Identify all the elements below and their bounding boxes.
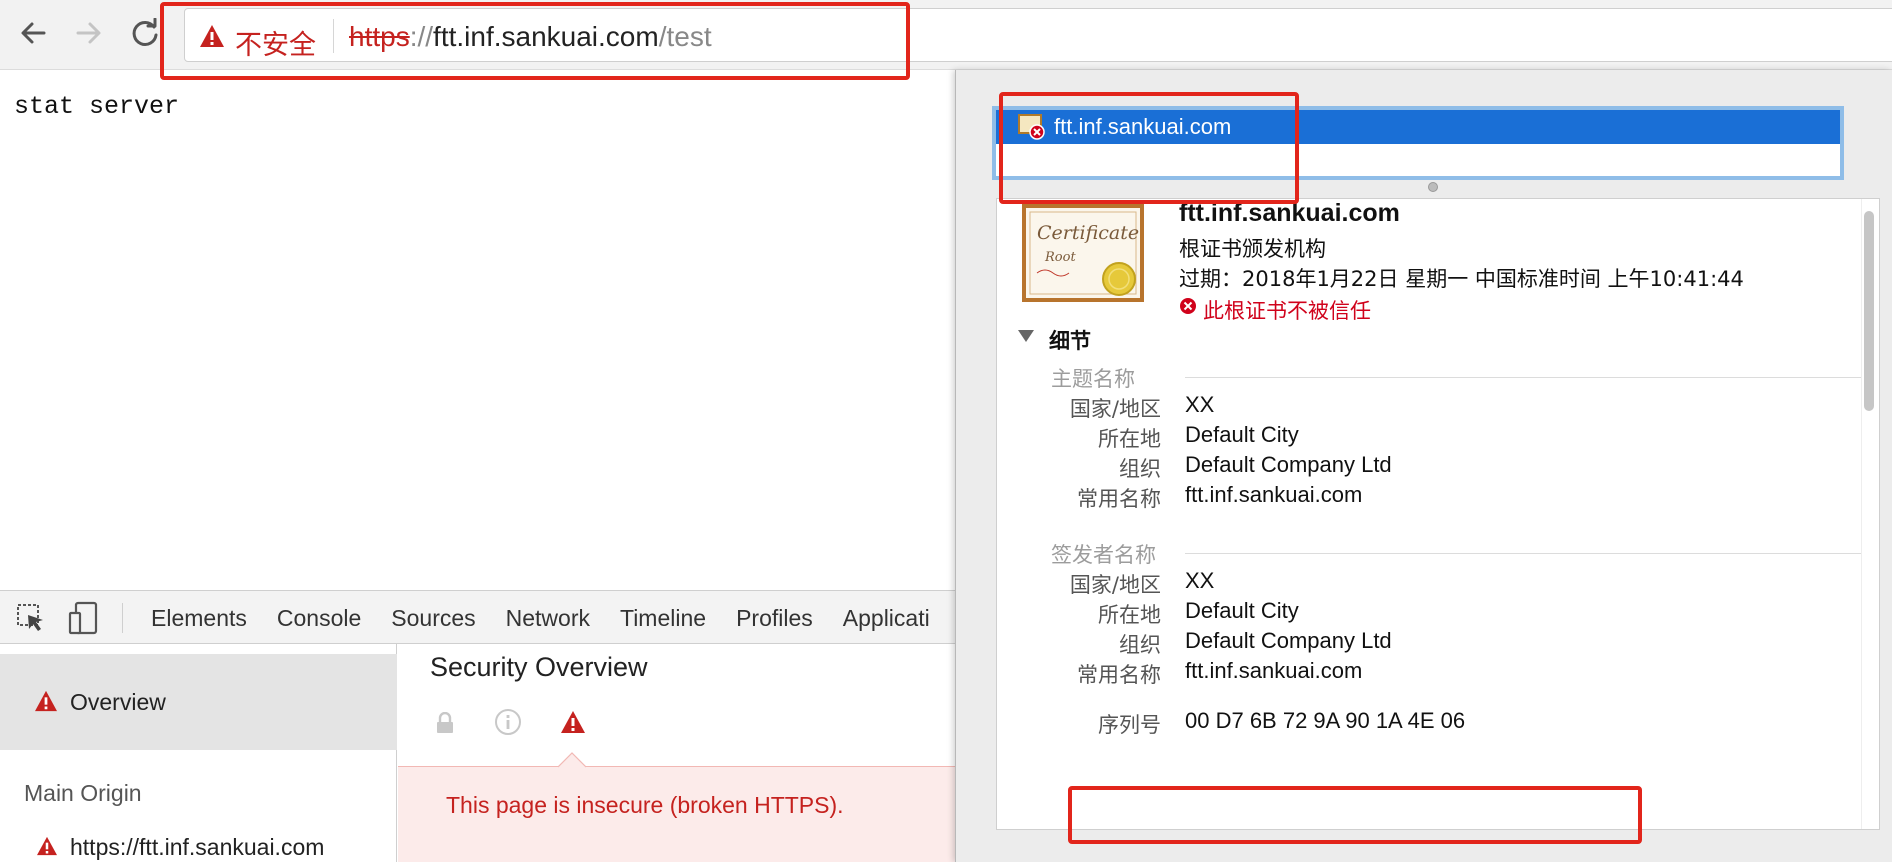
warning-triangle-icon [37, 836, 57, 856]
tab-timeline[interactable]: Timeline [605, 591, 721, 645]
svg-text:Root: Root [1044, 250, 1076, 265]
field-label: 常用名称 [1077, 663, 1161, 687]
certificate-list-item[interactable]: ftt.inf.sankuai.com [996, 110, 1840, 144]
certificate-icon: Certificate Root [1022, 204, 1144, 302]
url-separator: :// [409, 21, 434, 52]
devtools-tab-bar: Elements Console Sources Network Timelin… [0, 590, 955, 644]
back-arrow-icon [21, 22, 46, 44]
security-status-label[interactable]: 不安全 [235, 23, 316, 62]
sidebar-item-label: Overview [70, 689, 166, 715]
subject-divider [1185, 377, 1861, 378]
info-icon [495, 709, 521, 735]
certificate-name: ftt.inf.sankuai.com [1179, 199, 1400, 227]
warning-triangle-icon [561, 711, 585, 733]
forward-button[interactable] [72, 16, 106, 50]
tab-profiles[interactable]: Profiles [721, 591, 828, 645]
scrollbar[interactable] [1861, 199, 1879, 829]
tab-console[interactable]: Console [262, 591, 376, 645]
issuer-heading: 签发者名称 [1051, 543, 1156, 567]
sidebar-item-origin[interactable]: https://ftt.inf.sankuai.com [70, 834, 324, 861]
issuer-divider [1185, 553, 1861, 554]
error-circle-icon [1180, 298, 1196, 314]
certificate-details: Certificate Root ftt.inf.sankuai.com 根证书… [996, 198, 1880, 830]
banner-pointer [558, 752, 586, 768]
back-button[interactable] [16, 16, 50, 50]
forward-arrow-icon [76, 22, 101, 44]
svg-text:Certificate: Certificate [1037, 222, 1139, 244]
certificate-list: ftt.inf.sankuai.com [992, 106, 1844, 180]
device-mode-icon[interactable] [68, 601, 100, 635]
security-sidebar: Overview Main Origin https://ftt.inf.san… [0, 644, 397, 862]
field-value: Default City [1185, 422, 1299, 447]
field-value: Default Company Ltd [1185, 452, 1392, 477]
panel-title: Security Overview [430, 652, 648, 682]
url-host: ftt.inf.sankuai.com [433, 21, 659, 52]
field-label: 所在地 [1098, 603, 1161, 627]
url-text[interactable]: https://ftt.inf.sankuai.com/test [349, 21, 712, 53]
url-scheme: https [349, 21, 410, 52]
certificate-type: 根证书颁发机构 [1179, 237, 1326, 261]
serial-value: 00 D7 6B 72 9A 90 1A 4E 06 [1185, 708, 1466, 733]
field-value: XX [1185, 568, 1215, 593]
insecure-message: This page is insecure (broken HTTPS). [446, 792, 844, 818]
field-label: 组织 [1119, 633, 1161, 657]
field-label: 组织 [1119, 457, 1161, 481]
tab-network[interactable]: Network [491, 591, 605, 645]
field-label: 国家/地区 [1069, 573, 1161, 597]
split-handle[interactable] [1428, 182, 1438, 192]
browser-toolbar: 不安全 https://ftt.inf.sankuai.com/test [0, 0, 1892, 70]
devtools-tabs: Elements Console Sources Network Timelin… [136, 591, 945, 645]
page-body-text: stat server [14, 92, 180, 121]
tab-elements[interactable]: Elements [136, 591, 262, 645]
field-label: 所在地 [1098, 427, 1161, 451]
certificate-expiry: 过期：2018年1月22日 星期一 中国标准时间 上午10:41:44 [1179, 267, 1744, 291]
tab-sources[interactable]: Sources [376, 591, 490, 645]
tab-application[interactable]: Applicati [828, 591, 945, 645]
serial-label: 序列号 [1098, 713, 1161, 737]
certificate-list-label: ftt.inf.sankuai.com [1054, 114, 1232, 139]
sidebar-item-overview[interactable]: Overview [0, 654, 397, 750]
reload-icon [132, 18, 158, 46]
sidebar-section-heading: Main Origin [24, 780, 142, 806]
toolbar-divider [122, 603, 123, 633]
field-value: ftt.inf.sankuai.com [1185, 482, 1363, 507]
disclosure-triangle-icon[interactable] [1017, 329, 1035, 343]
certificate-error-icon [1018, 114, 1045, 140]
certificate-viewer: ftt.inf.sankuai.com Certificate Root ftt… [955, 70, 1892, 862]
address-bar[interactable]: 不安全 https://ftt.inf.sankuai.com/test [184, 8, 1892, 62]
reload-button[interactable] [128, 16, 162, 50]
field-value: Default City [1185, 598, 1299, 623]
warning-triangle-icon [200, 25, 224, 47]
inspect-element-icon[interactable] [16, 603, 46, 633]
address-bar-divider [333, 19, 334, 53]
field-label: 国家/地区 [1069, 397, 1161, 421]
url-path: /test [658, 21, 712, 52]
field-value: ftt.inf.sankuai.com [1185, 658, 1363, 683]
field-label: 常用名称 [1077, 487, 1161, 511]
field-value: XX [1185, 392, 1215, 417]
subject-heading: 主题名称 [1051, 367, 1135, 391]
warning-triangle-icon [35, 690, 57, 712]
field-value: Default Company Ltd [1185, 628, 1392, 653]
scrollbar-thumb[interactable] [1864, 211, 1874, 411]
trust-status: 此根证书不被信任 [1203, 299, 1371, 323]
lock-icon [437, 712, 453, 733]
security-overview-panel: Security Overview This page is insecure … [398, 644, 955, 862]
details-section-label[interactable]: 细节 [1049, 325, 1091, 355]
